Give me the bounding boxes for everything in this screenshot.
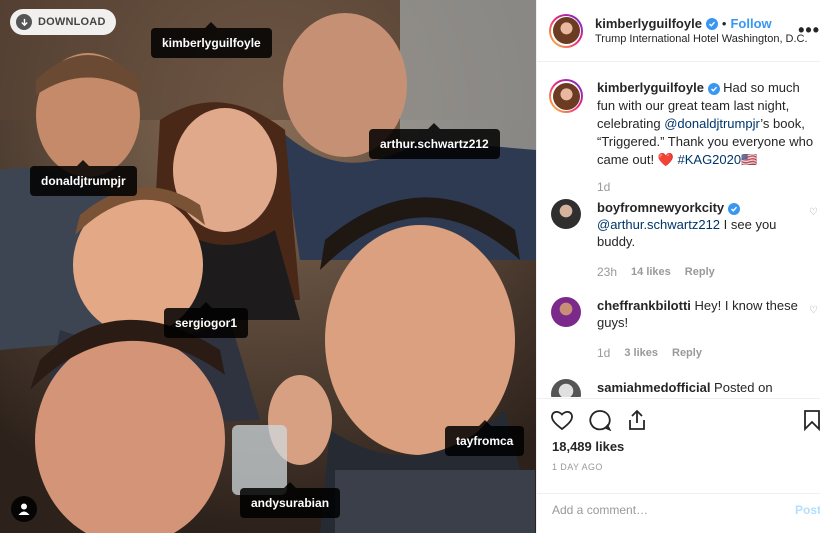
comment-likes[interactable]: 3 likes <box>624 345 658 362</box>
post-location[interactable]: Trump International Hotel Washington, D.… <box>595 33 808 45</box>
post-date[interactable]: 1 DAY AGO <box>552 462 603 472</box>
comment-mention[interactable]: @arthur.schwartz212 <box>597 217 720 232</box>
caption-flag: 🇺🇸 <box>741 152 758 167</box>
comment-like-icon[interactable]: ♡ <box>809 305 819 316</box>
post-details-panel: kimberlyguilfoyle • Follow Trump Interna… <box>536 0 820 533</box>
comments-list[interactable]: kimberlyguilfoyle Had so much fun with o… <box>537 63 820 397</box>
comment-item: samiahmedofficial Posted on <box>551 379 819 397</box>
user-tag-andysurabian[interactable]: andysurabian <box>240 482 341 518</box>
user-tag-donaldjtrumpjr[interactable]: donaldjtrumpjr <box>30 160 137 196</box>
caption-avatar[interactable] <box>549 79 583 113</box>
reply-button[interactable]: Reply <box>672 345 702 362</box>
post-photo[interactable]: DOWNLOAD kimberlyguilfoyle donaldjtrumpj… <box>0 0 536 533</box>
comment-time[interactable]: 23h <box>597 264 617 281</box>
caption-username[interactable]: kimberlyguilfoyle <box>597 80 704 95</box>
comment-text: Posted on <box>710 380 773 395</box>
commenter-avatar[interactable] <box>551 297 581 327</box>
comment-username[interactable]: boyfromnewyorkcity <box>597 200 724 215</box>
comment-username[interactable]: samiahmedofficial <box>597 380 710 395</box>
bookmark-icon[interactable] <box>803 409 820 436</box>
comment-bubble-icon[interactable] <box>588 409 612 436</box>
tagged-users-icon[interactable] <box>11 496 37 522</box>
verified-badge-icon <box>727 203 740 215</box>
add-comment-input[interactable]: Add a comment… <box>552 503 648 517</box>
user-tag-sergiogor1[interactable]: sergiogor1 <box>164 302 249 338</box>
post-username[interactable]: kimberlyguilfoyle <box>595 16 702 31</box>
follow-button[interactable]: Follow <box>730 16 771 31</box>
comment-likes[interactable]: 14 likes <box>631 264 671 281</box>
comment-item: cheffrankbilotti Hey! I know these guys!… <box>551 297 819 362</box>
caption-hashtag[interactable]: #KAG2020 <box>678 152 742 167</box>
download-icon <box>16 14 32 30</box>
user-tag-kimberlyguilfoyle[interactable]: kimberlyguilfoyle <box>151 22 272 58</box>
verified-badge-icon <box>707 83 720 95</box>
caption-mention[interactable]: @donaldjtrumpjr <box>664 116 760 131</box>
likes-count[interactable]: 18,489 likes <box>552 439 624 454</box>
more-options-icon[interactable]: ••• <box>798 20 820 41</box>
commenter-avatar[interactable] <box>551 379 581 397</box>
caption-time[interactable]: 1d <box>597 178 610 196</box>
post-actions: 18,489 likes 1 DAY AGO <box>537 398 820 502</box>
comment-time[interactable]: 1d <box>597 345 610 362</box>
commenter-avatar[interactable] <box>551 199 581 229</box>
profile-avatar[interactable] <box>549 13 583 48</box>
download-button[interactable]: DOWNLOAD <box>10 9 116 35</box>
comment-like-icon[interactable]: ♡ <box>809 207 819 218</box>
user-tag-arthur-schwartz212[interactable]: arthur.schwartz212 <box>369 123 500 159</box>
user-tag-tayfromca[interactable]: tayfromca <box>445 420 525 456</box>
verified-badge-icon <box>705 17 718 30</box>
post-comment-button[interactable]: Post <box>795 503 820 517</box>
post-header: kimberlyguilfoyle • Follow Trump Interna… <box>537 0 820 62</box>
like-heart-icon[interactable] <box>550 409 574 436</box>
comment-username[interactable]: cheffrankbilotti <box>597 298 691 313</box>
separator-dot: • <box>721 16 727 31</box>
download-label: DOWNLOAD <box>38 16 106 28</box>
add-comment-bar: Add a comment… Post <box>537 493 820 533</box>
share-icon[interactable] <box>626 409 648 436</box>
post-caption: kimberlyguilfoyle Had so much fun with o… <box>549 79 817 196</box>
reply-button[interactable]: Reply <box>685 264 715 281</box>
comment-item: boyfromnewyorkcity @arthur.schwartz212 I… <box>551 199 819 281</box>
